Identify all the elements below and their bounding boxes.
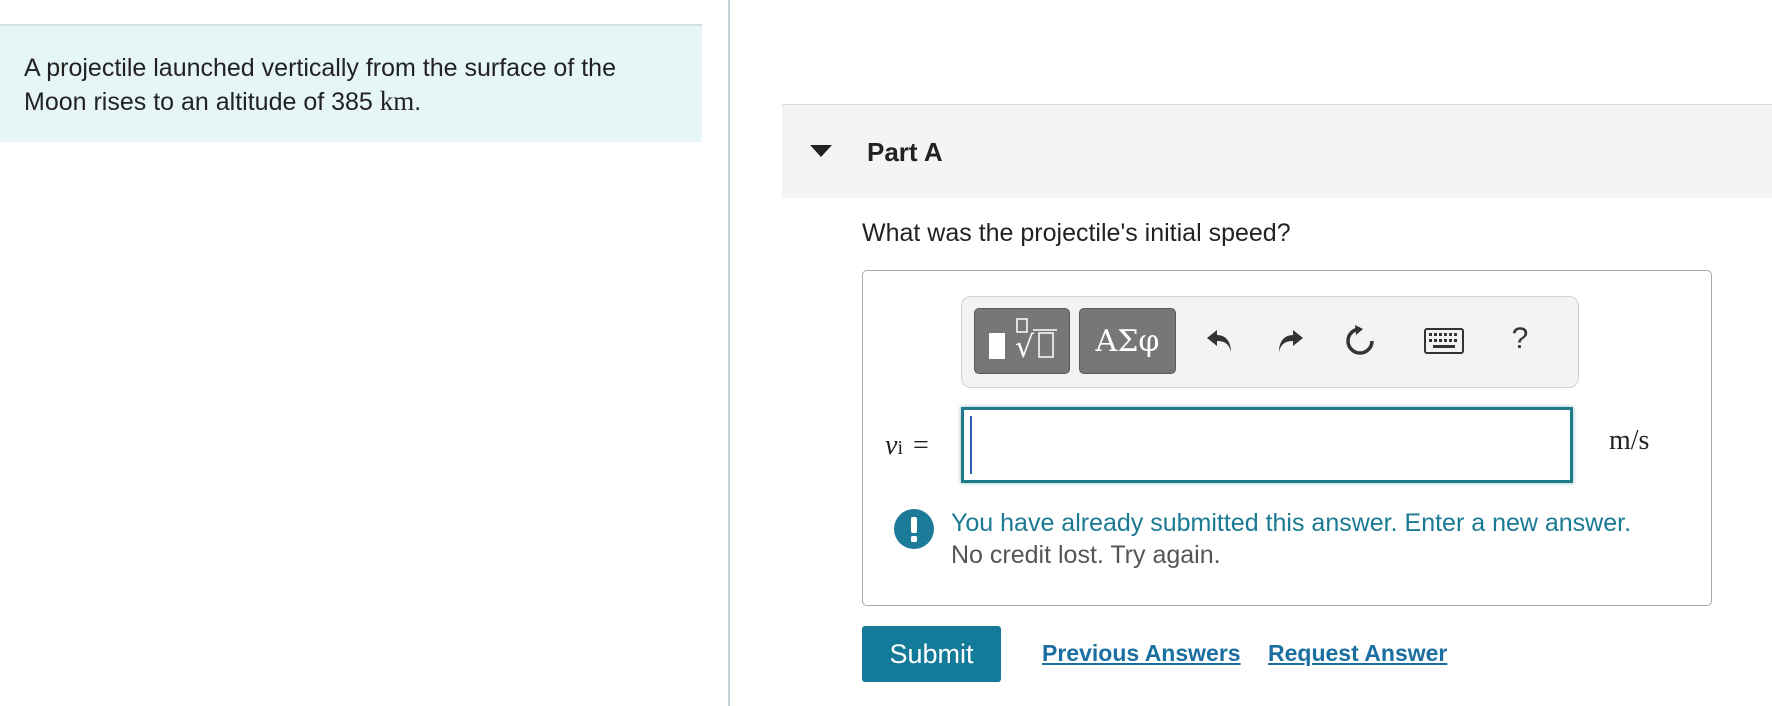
problem-text: A projectile launched vertically from th…: [24, 54, 616, 116]
variable-label: vi =: [885, 430, 929, 462]
feedback-message: You have already submitted this answer. …: [951, 509, 1632, 537]
problem-unit: km: [379, 86, 415, 116]
request-answer-link[interactable]: Request Answer: [1268, 640, 1447, 667]
previous-answers-link[interactable]: Previous Answers: [1042, 640, 1241, 667]
problem-end: .: [414, 88, 422, 116]
undo-icon[interactable]: [1198, 319, 1242, 363]
variable-name: v: [885, 430, 898, 461]
redo-icon[interactable]: [1268, 319, 1312, 363]
reset-icon[interactable]: [1338, 319, 1382, 363]
answer-input[interactable]: [961, 407, 1573, 483]
collapse-caret-icon[interactable]: [810, 145, 832, 157]
answer-unit: m/s: [1609, 425, 1650, 456]
svg-text:√: √: [1015, 330, 1035, 365]
problem-statement: A projectile launched vertically from th…: [0, 26, 702, 142]
answer-box: √ ΑΣφ ? vi = m/s You have already submit…: [862, 270, 1712, 606]
feedback-subtext: No credit lost. Try again.: [951, 541, 1221, 569]
panel-divider: [728, 0, 730, 706]
submit-button[interactable]: Submit: [862, 626, 1001, 682]
help-icon[interactable]: ?: [1498, 317, 1542, 361]
part-a-header[interactable]: Part A: [782, 104, 1772, 198]
problem-panel: A projectile launched vertically from th…: [0, 0, 728, 706]
keyboard-icon[interactable]: [1418, 319, 1470, 363]
greek-symbols-button[interactable]: ΑΣφ: [1079, 308, 1176, 374]
part-title: Part A: [867, 137, 943, 167]
question-text: What was the projectile's initial speed?: [862, 219, 1291, 247]
alert-icon: [894, 509, 934, 549]
text-cursor: [970, 416, 972, 474]
math-toolbar: √ ΑΣφ ?: [961, 296, 1579, 388]
equals-sign: =: [913, 430, 929, 461]
templates-button[interactable]: √: [974, 308, 1070, 374]
templates-icon: √: [989, 318, 1057, 365]
variable-subscript: i: [897, 437, 903, 459]
